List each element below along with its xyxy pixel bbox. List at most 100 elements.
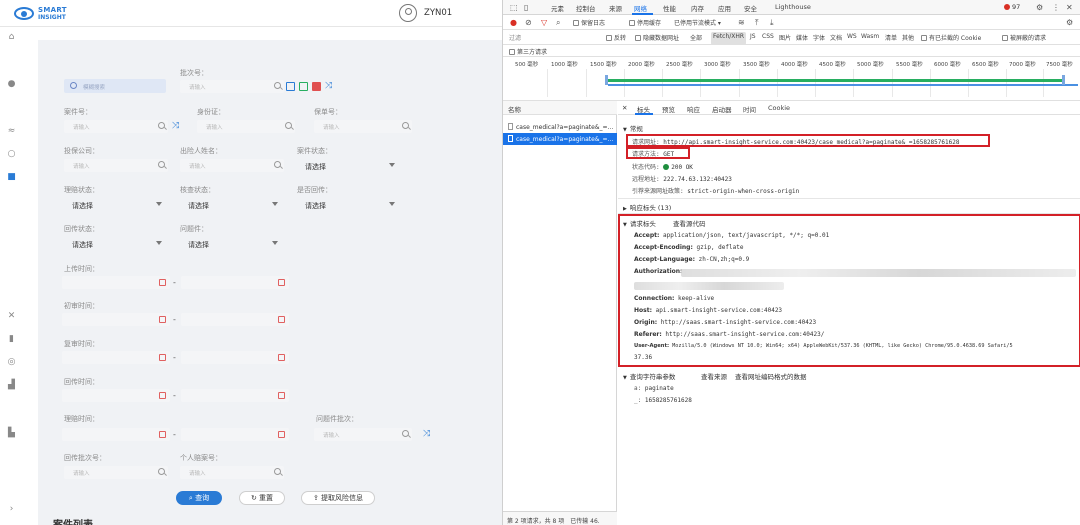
- record-icon[interactable]: ●: [510, 19, 517, 27]
- close-icon[interactable]: ✕: [1066, 4, 1073, 12]
- network-settings-icon[interactable]: ⚙: [1066, 19, 1073, 27]
- shuffle-icon[interactable]: ⤨: [423, 430, 430, 439]
- general-section-toggle[interactable]: ▼ 常规: [623, 123, 643, 133]
- type-manifest[interactable]: 清单: [883, 32, 899, 43]
- tab-console[interactable]: 控制台: [576, 3, 596, 13]
- type-ws[interactable]: WS: [845, 32, 859, 41]
- hide-data-urls-checkbox[interactable]: 隐藏数据网址: [635, 33, 679, 42]
- first-review-time-start[interactable]: [62, 313, 170, 326]
- gear-icon[interactable]: ⚙: [1036, 4, 1043, 12]
- id-card-input[interactable]: 请输入: [197, 120, 295, 133]
- value[interactable]: http://api.smart-insight-service.com:404…: [663, 139, 959, 146]
- insured-name-input[interactable]: 请输入: [180, 159, 284, 172]
- filter-input[interactable]: 过滤: [509, 33, 521, 42]
- tab-application[interactable]: 应用: [718, 3, 731, 13]
- app-logo[interactable]: SMART INSIGHT: [14, 4, 74, 24]
- preserve-log-checkbox[interactable]: 保留日志: [573, 18, 605, 27]
- type-doc[interactable]: 文档: [828, 32, 844, 43]
- type-img[interactable]: 图片: [777, 32, 793, 43]
- type-css[interactable]: CSS: [760, 32, 776, 41]
- tab-memory[interactable]: 内存: [691, 3, 704, 13]
- search-nav-icon[interactable]: ○: [7, 150, 16, 159]
- inspect-icon[interactable]: ⬚: [510, 4, 518, 12]
- second-review-time-start[interactable]: [62, 351, 170, 364]
- claim-status-select[interactable]: 请选择: [64, 198, 164, 211]
- insurer-input[interactable]: 请输入: [64, 159, 168, 172]
- type-other[interactable]: 其他: [900, 32, 916, 43]
- invert-checkbox[interactable]: 反转: [606, 33, 626, 42]
- return-time-end[interactable]: [181, 389, 289, 402]
- problem-batch-input[interactable]: 请输入: [314, 428, 412, 441]
- network-overview-timeline[interactable]: 500 毫秒 1000 毫秒 1500 毫秒 2000 毫秒 2500 毫秒 3…: [503, 57, 1080, 101]
- filter-icon[interactable]: ▽: [541, 19, 547, 27]
- third-party-checkbox[interactable]: 第三方请求: [509, 47, 547, 56]
- tag-icon[interactable]: ✕: [7, 312, 16, 321]
- tab-lighthouse[interactable]: Lighthouse: [775, 3, 811, 11]
- type-fetch-xhr[interactable]: Fetch/XHR: [711, 32, 747, 45]
- settings-icon[interactable]: ◎: [7, 358, 16, 367]
- tab-timing[interactable]: 时间: [743, 104, 756, 114]
- device-icon[interactable]: ▯: [524, 4, 528, 12]
- upload-icon[interactable]: ⤒: [755, 19, 759, 27]
- view-source-link[interactable]: 查看来源: [701, 371, 727, 381]
- delete-icon[interactable]: [312, 82, 321, 91]
- tab-network[interactable]: 网络: [634, 3, 647, 13]
- first-review-time-end[interactable]: [181, 313, 289, 326]
- view-source-link[interactable]: 查看源代码: [673, 218, 706, 228]
- request-row[interactable]: case_medical?a=paginate&_=...: [503, 121, 617, 133]
- error-count-badge[interactable]: 97: [1004, 3, 1020, 11]
- tab-response[interactable]: 响应: [687, 104, 700, 114]
- name-column-header[interactable]: 名称: [503, 101, 617, 115]
- bar-chart-icon[interactable]: ▟: [7, 381, 16, 390]
- audit-status-select[interactable]: 请选择: [180, 198, 280, 211]
- tab-preview[interactable]: 预览: [662, 104, 675, 114]
- query-params-toggle[interactable]: ▼ 查询字符串参数: [623, 371, 675, 381]
- type-media[interactable]: 媒体: [794, 32, 810, 43]
- throttle-select[interactable]: 已停用节流模式 ▾: [674, 18, 721, 27]
- claim-time-end[interactable]: [181, 428, 289, 441]
- upload-time-end[interactable]: [181, 276, 289, 289]
- user-avatar-icon[interactable]: [399, 4, 417, 22]
- fuzzy-search-input[interactable]: 模糊搜索: [64, 79, 166, 93]
- import-icon[interactable]: [286, 82, 295, 91]
- tab-initiator[interactable]: 启动器: [712, 104, 732, 114]
- case-nav-icon[interactable]: ■: [7, 173, 16, 182]
- batch-no-input[interactable]: 请输入: [180, 80, 284, 93]
- type-font[interactable]: 字体: [811, 32, 827, 43]
- tab-elements[interactable]: 元素: [551, 3, 564, 13]
- return-status-select[interactable]: 请选择: [64, 237, 164, 250]
- disable-cache-checkbox[interactable]: 停用缓存: [629, 18, 661, 27]
- second-review-time-end[interactable]: [181, 351, 289, 364]
- more-vert-icon[interactable]: ⋮: [1052, 4, 1060, 12]
- trend-icon[interactable]: ≈: [7, 127, 16, 136]
- blocked-requests-checkbox[interactable]: 被屏蔽的请求: [1002, 33, 1046, 42]
- export-icon[interactable]: [299, 82, 308, 91]
- claim-time-start[interactable]: [62, 428, 170, 441]
- user-icon[interactable]: ●: [7, 80, 16, 89]
- search-icon[interactable]: ⌕: [556, 19, 560, 27]
- query-button[interactable]: ⌕ 查询: [176, 491, 222, 505]
- return-time-start[interactable]: [62, 389, 170, 402]
- tab-performance[interactable]: 性能: [663, 3, 676, 13]
- clear-icon[interactable]: ⊘: [525, 19, 532, 27]
- extract-risk-button[interactable]: ⇪ 提取风险信息: [301, 491, 375, 505]
- shuffle-icon[interactable]: ⤨: [172, 122, 179, 131]
- expand-icon[interactable]: ›: [7, 505, 16, 514]
- database-icon[interactable]: ▮: [7, 335, 16, 344]
- personal-account-input[interactable]: 请输入: [180, 466, 284, 479]
- close-icon[interactable]: ✕: [622, 104, 627, 112]
- timeline-handle-right[interactable]: [1062, 75, 1065, 85]
- case-status-select[interactable]: 请选择: [297, 159, 397, 172]
- type-wasm[interactable]: Wasm: [859, 32, 881, 41]
- request-row-selected[interactable]: case_medical?a=paginate&_=...: [503, 133, 617, 145]
- policy-no-input[interactable]: 请输入: [314, 120, 412, 133]
- type-js[interactable]: JS: [748, 32, 758, 41]
- response-headers-toggle[interactable]: ▶ 响应标头 (13): [623, 202, 671, 212]
- user-name[interactable]: ZYN01: [424, 8, 452, 18]
- reset-button[interactable]: ↻ 重置: [239, 491, 285, 505]
- is-returned-select[interactable]: 请选择: [297, 198, 397, 211]
- tab-security[interactable]: 安全: [744, 3, 757, 13]
- wifi-icon[interactable]: ≋: [738, 19, 745, 27]
- case-no-input[interactable]: 请输入: [64, 120, 168, 133]
- download-icon[interactable]: ⤓: [770, 19, 774, 27]
